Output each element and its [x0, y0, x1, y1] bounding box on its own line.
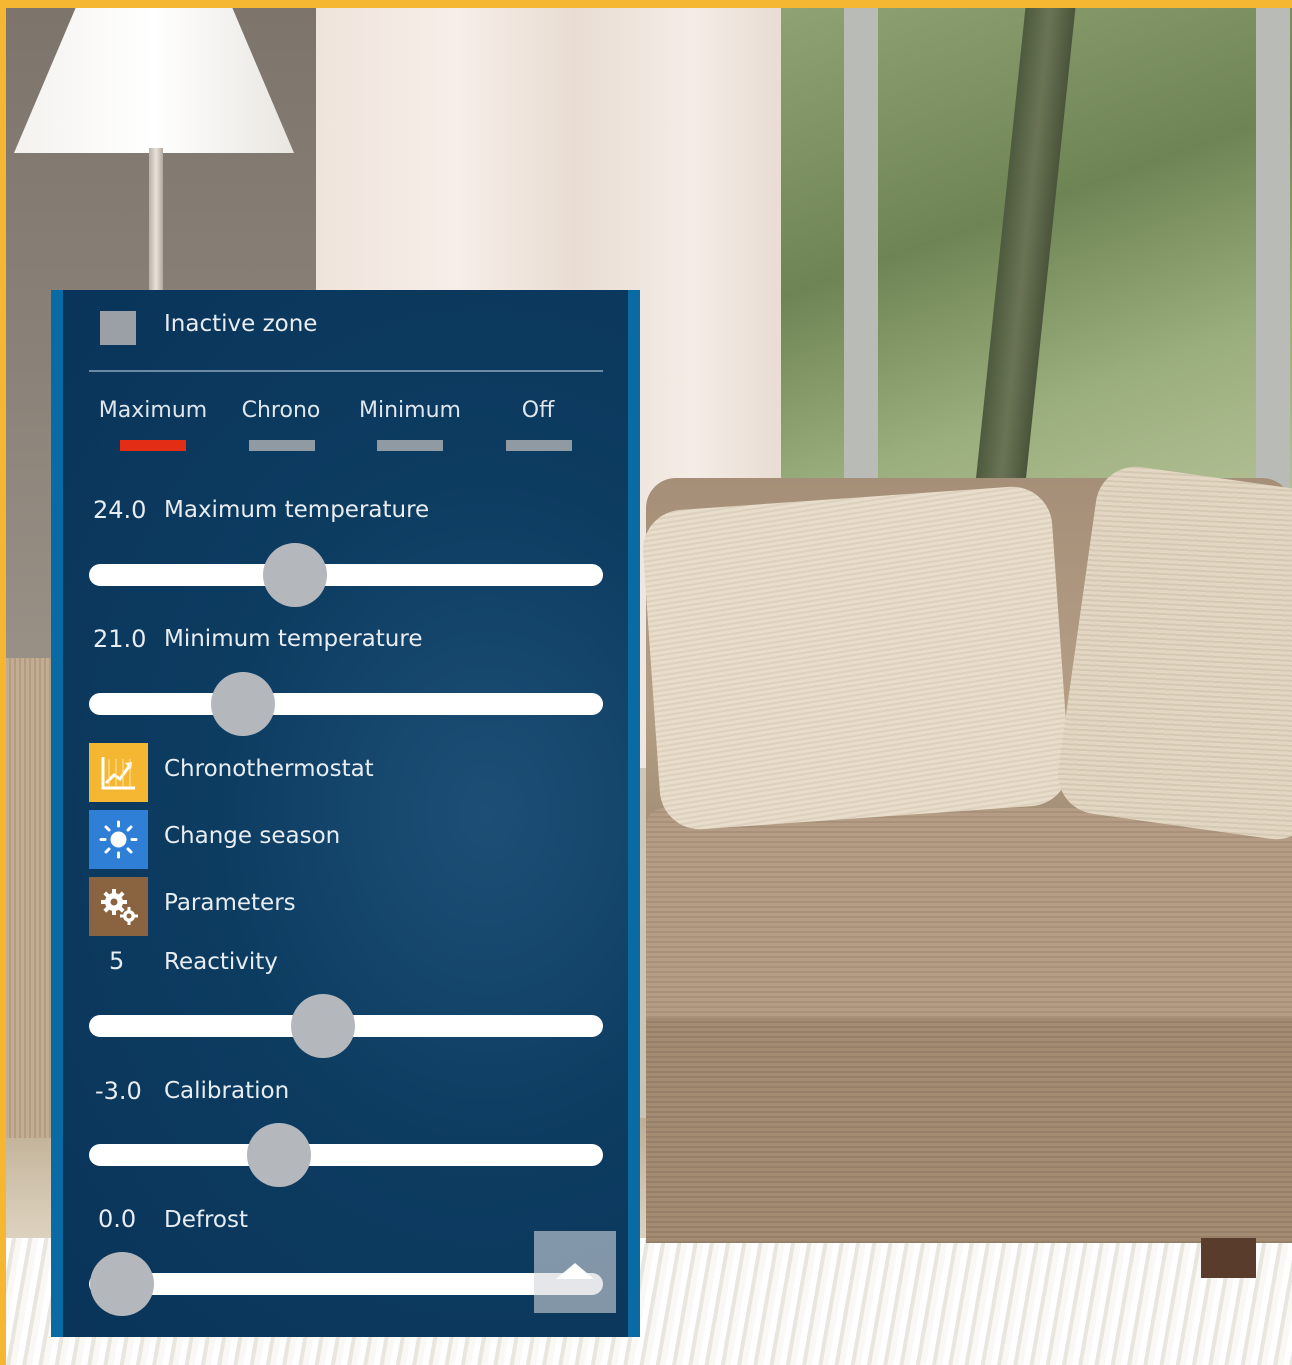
tab-chrono[interactable]: Chrono [235, 398, 327, 423]
min-temperature-slider[interactable] [89, 672, 603, 736]
parameters-button[interactable]: Parameters [164, 890, 296, 916]
background-armchair [6, 658, 56, 1138]
max-temperature-slider[interactable] [89, 543, 603, 607]
reactivity-value: 5 [109, 947, 125, 975]
inactive-zone-label: Inactive zone [164, 311, 318, 337]
slider-thumb[interactable] [247, 1123, 312, 1187]
background-sofa-front [646, 1018, 1292, 1243]
change-season-button[interactable]: Change season [164, 823, 340, 849]
inactive-zone-checkbox[interactable] [100, 311, 136, 345]
tab-minimum[interactable]: Minimum [353, 398, 467, 423]
slider-thumb[interactable] [262, 543, 327, 607]
slider-track[interactable] [89, 1144, 603, 1166]
slider-thumb[interactable] [90, 1252, 155, 1316]
calibration-label: Calibration [164, 1078, 290, 1104]
slider-track[interactable] [89, 693, 603, 715]
reactivity-slider[interactable] [89, 994, 603, 1058]
defrost-slider[interactable] [89, 1252, 603, 1316]
divider [89, 370, 603, 372]
sun-icon[interactable] [89, 810, 148, 869]
calibration-value: -3.0 [95, 1077, 142, 1105]
slider-thumb[interactable] [290, 994, 355, 1058]
slider-track[interactable] [89, 1273, 603, 1295]
max-temperature-value: 24.0 [93, 496, 147, 524]
tab-off[interactable]: Off [503, 398, 573, 423]
min-temperature-value: 21.0 [93, 625, 147, 653]
tab-chrono-indicator [249, 440, 315, 451]
chevron-up-icon [556, 1263, 594, 1279]
zone-control-panel: Inactive zone Maximum Chrono Minimum Off… [51, 290, 640, 1337]
tab-off-indicator [506, 440, 572, 451]
reactivity-label: Reactivity [164, 949, 278, 975]
max-temperature-label: Maximum temperature [164, 497, 430, 523]
background-sofa-foot [1201, 1238, 1256, 1278]
tab-minimum-indicator [377, 440, 443, 451]
scroll-to-top-button[interactable] [534, 1231, 616, 1313]
chronothermostat-button[interactable]: Chronothermostat [164, 756, 374, 782]
calibration-slider[interactable] [89, 1123, 603, 1187]
background-lamp-pole [149, 148, 163, 308]
tab-maximum[interactable]: Maximum [96, 398, 210, 423]
slider-thumb[interactable] [211, 672, 276, 736]
tab-maximum-indicator [120, 440, 186, 451]
defrost-label: Defrost [164, 1207, 248, 1233]
gears-icon[interactable] [89, 877, 148, 936]
min-temperature-label: Minimum temperature [164, 626, 423, 652]
slider-track[interactable] [89, 564, 603, 586]
background-pillow [640, 484, 1072, 832]
defrost-value: 0.0 [98, 1205, 137, 1233]
chart-icon[interactable] [89, 743, 148, 802]
background-sofa-seat [646, 808, 1292, 1038]
